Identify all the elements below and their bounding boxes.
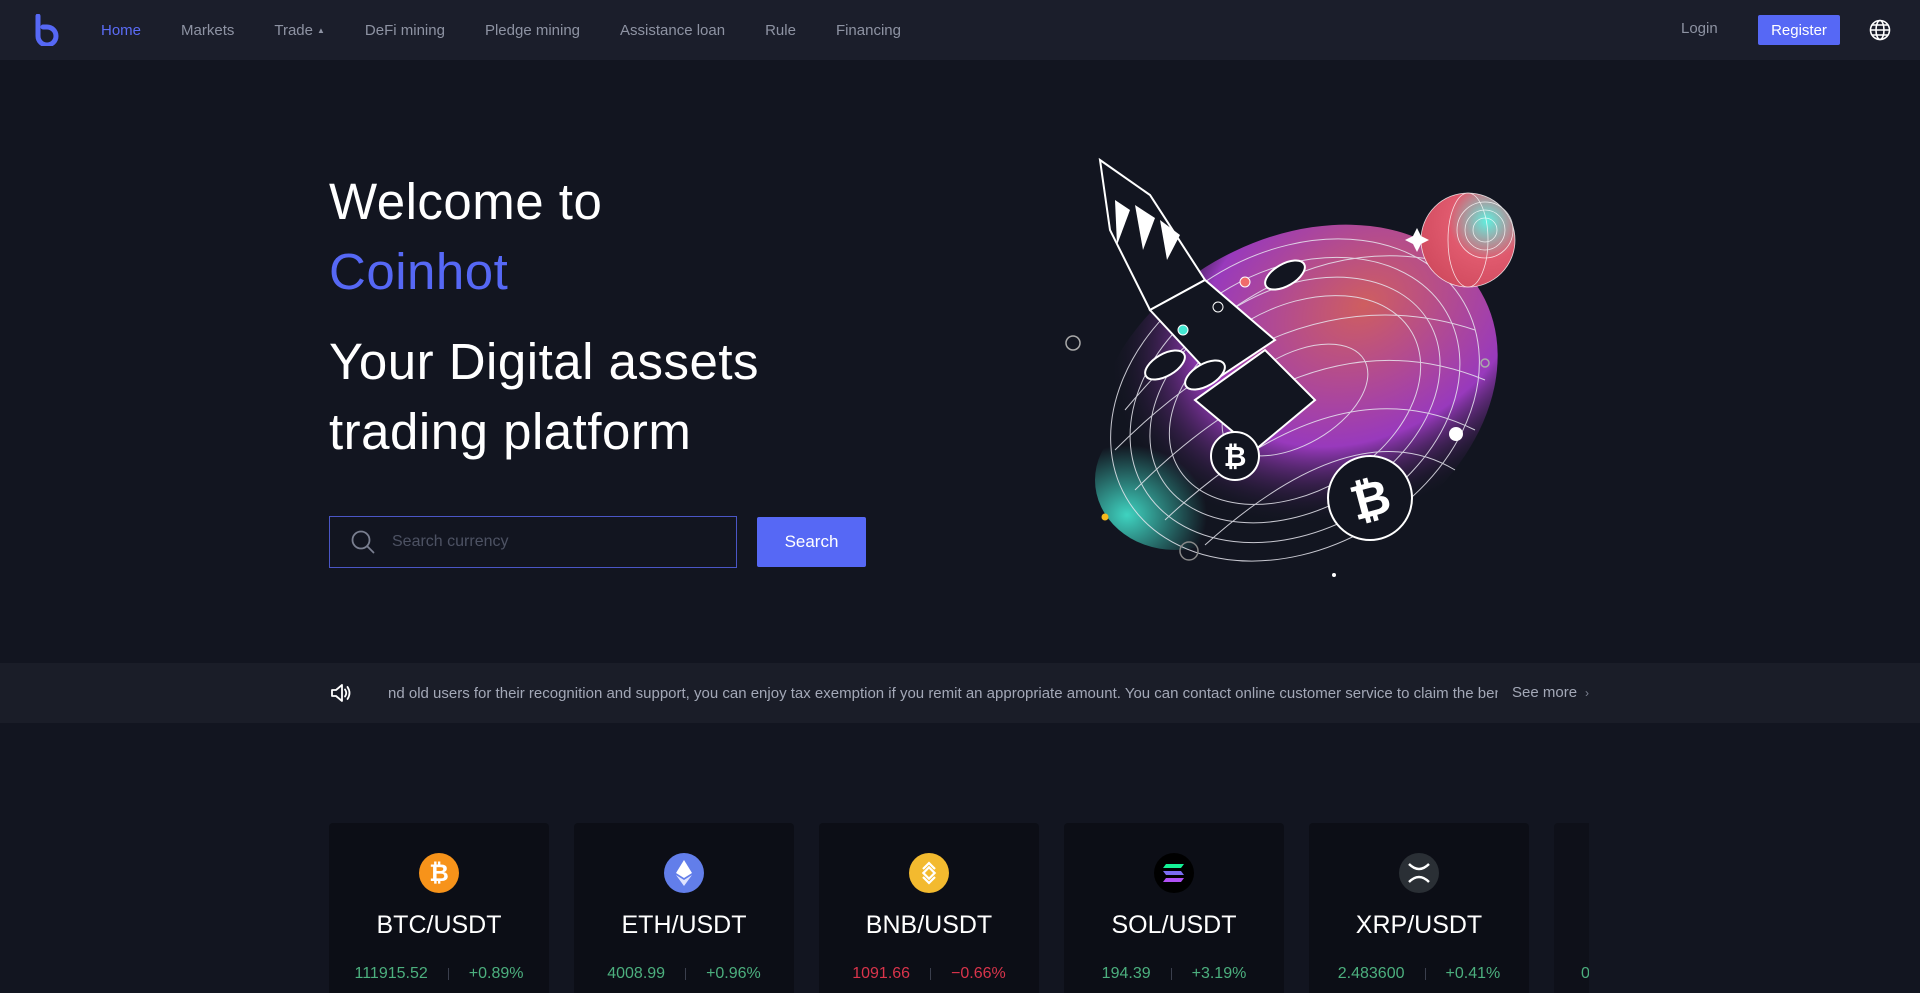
hero-brand-name: Coinhot	[329, 243, 509, 300]
coin-stats: 194.39 +3.19%	[1064, 965, 1284, 983]
coin-change: +0.41%	[1445, 965, 1501, 982]
coin-change: +0.89%	[468, 965, 524, 982]
nav-item-trade[interactable]: Trade ▲	[274, 22, 325, 39]
coin-pair: BNB/USDT	[865, 911, 993, 939]
coin-card-bnb[interactable]: BNB/USDT 1091.66 −0.66%	[819, 823, 1039, 993]
coin-pair: XRP/USDT	[1355, 911, 1483, 939]
nav-item-financing[interactable]: Financing	[836, 22, 901, 39]
coin-stats: 0	[1554, 965, 1589, 983]
coin-cards: ₿ BTC/USDT 111915.52 +0.89% ETH/USDT 400…	[329, 823, 1589, 993]
coin-price: 1091.66	[852, 965, 911, 982]
register-button[interactable]: Register	[1758, 15, 1840, 45]
svg-text:₿: ₿	[1224, 440, 1247, 473]
bnb-icon	[909, 853, 949, 893]
nav-item-assistance-loan[interactable]: Assistance loan	[620, 22, 725, 39]
nav-label: Home	[101, 21, 142, 39]
eth-icon	[664, 853, 704, 893]
nav-item-pledge-mining[interactable]: Pledge mining	[485, 22, 580, 39]
coin-stats: 4008.99 +0.96%	[574, 965, 794, 983]
nav-label: Rule	[765, 21, 796, 39]
coin-stats: 1091.66 −0.66%	[819, 965, 1039, 983]
nav-label: Assistance loan	[620, 21, 726, 39]
see-more-link[interactable]: See more ›	[1512, 684, 1589, 701]
coin-card-btc[interactable]: ₿ BTC/USDT 111915.52 +0.89%	[329, 823, 549, 993]
coin-price: 2.483600	[1337, 965, 1405, 982]
globe-icon[interactable]	[1869, 19, 1891, 41]
nav-item-home[interactable]: Home	[101, 22, 141, 39]
search-button[interactable]: Search	[757, 517, 866, 567]
chevron-right-icon: ›	[1585, 685, 1590, 700]
coin-change: −0.66%	[951, 965, 1006, 982]
divider	[685, 968, 687, 980]
nav-item-rule[interactable]: Rule	[765, 22, 796, 39]
hero-subtitle-line1: Your Digital assets	[329, 333, 760, 390]
coin-stats: 111915.52 +0.89%	[329, 965, 549, 983]
btc-icon: ₿	[419, 853, 459, 893]
nav-label: Financing	[835, 21, 901, 39]
nav-label: Markets	[181, 21, 235, 39]
divider	[1424, 968, 1426, 980]
nav-item-markets[interactable]: Markets	[181, 22, 234, 39]
see-more-label: See more	[1512, 684, 1578, 701]
coin-pair: BTC/USDT	[376, 911, 502, 939]
coin-card-eth[interactable]: ETH/USDT 4008.99 +0.96%	[574, 823, 794, 993]
hero-subtitle-line2: trading platform	[329, 403, 692, 460]
caret-up-icon: ▲	[317, 25, 325, 35]
coin-change: +3.19%	[1191, 965, 1247, 982]
notice-marquee: nd old users for their recognition and s…	[388, 663, 1498, 723]
coin-price: 0	[1581, 965, 1589, 982]
search-icon	[351, 530, 375, 554]
coin-change: +0.96%	[706, 965, 761, 982]
coin-card-sol[interactable]: SOL/USDT 194.39 +3.19%	[1064, 823, 1284, 993]
nav-item-defi-mining[interactable]: DeFi mining	[365, 22, 445, 39]
hero-title: Welcome to	[329, 173, 603, 230]
coin-price: 111915.52	[354, 965, 428, 982]
coin-pair: ETH/USDT	[621, 911, 747, 939]
coin-card-partial[interactable]: 0	[1554, 823, 1589, 993]
nav-label: DeFi mining	[364, 21, 445, 39]
divider	[1170, 968, 1172, 980]
top-nav: Home Markets Trade ▲ DeFi mining Pledge m…	[0, 0, 1920, 60]
coin-card-xrp[interactable]: XRP/USDT 2.483600 +0.41%	[1309, 823, 1529, 993]
notice-text: nd old users for their recognition and s…	[388, 684, 1498, 702]
coin-pair: SOL/USDT	[1111, 911, 1237, 939]
speaker-icon	[331, 684, 351, 702]
divider	[930, 968, 932, 980]
coin-stats: 2.483600 +0.41%	[1309, 965, 1529, 983]
search-box	[329, 516, 737, 568]
sol-icon	[1154, 853, 1194, 893]
search-input[interactable]	[392, 533, 712, 551]
hero-illustration: ₿ ₿	[1065, 157, 1516, 577]
xrp-icon	[1399, 853, 1439, 893]
coin-price: 4008.99	[607, 965, 666, 982]
coin-price: 194.39	[1101, 965, 1151, 982]
divider	[447, 968, 449, 980]
logo-icon[interactable]	[34, 14, 60, 46]
nav-label: Trade	[274, 21, 313, 39]
nav-menu: Home Markets Trade ▲ DeFi mining Pledge m…	[101, 0, 941, 60]
login-link[interactable]: Login	[1681, 20, 1718, 37]
nav-label: Pledge mining	[484, 21, 581, 39]
